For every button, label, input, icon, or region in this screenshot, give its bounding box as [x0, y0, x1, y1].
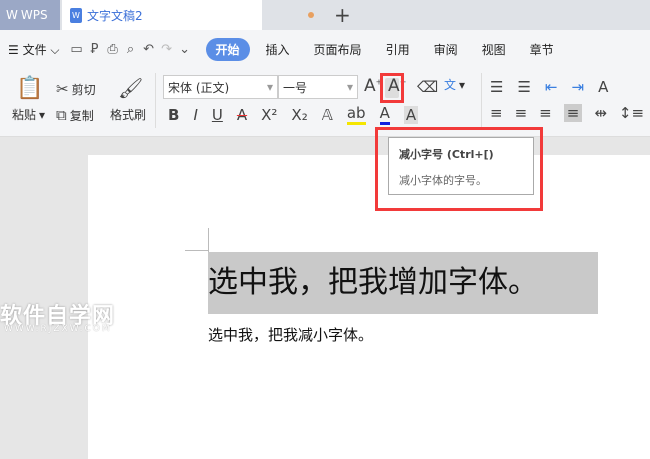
font-size-value: 一号: [283, 80, 308, 95]
menu-bar: ☰ 文件 ⌵ ▭ Ꝑ ⎙ ⌕ ↶ ↷ ⌄ 开始 插入 页面布局 引用 审阅 视图…: [0, 36, 562, 62]
distribute-icon[interactable]: ⇹: [594, 104, 607, 122]
document-tab[interactable]: W 文字文稿2: [62, 0, 262, 30]
paragraph-row-2: ≡ ≡ ≡ ≡ ⇹ ↕≡: [490, 104, 644, 122]
justify-icon[interactable]: ≡: [563, 104, 583, 122]
font-name-value: 宋体 (正文): [168, 80, 230, 95]
tooltip-description: 减小字体的字号。: [399, 174, 487, 187]
format-painter-label: 格式刷: [110, 108, 147, 122]
italic-icon[interactable]: I: [193, 106, 197, 124]
redo-icon[interactable]: ↷: [158, 42, 176, 57]
paste-icon[interactable]: 📋: [16, 76, 43, 101]
watermark-url: WWW.RJZXW.COM: [4, 324, 112, 334]
brush-icon[interactable]: 🖌: [118, 76, 143, 100]
wps-home-tab[interactable]: W WPS: [0, 0, 60, 30]
numbered-list-icon[interactable]: ☰: [517, 78, 530, 96]
paragraph[interactable]: 选中我，把我减小字体。: [208, 324, 373, 345]
tab-review[interactable]: 审阅: [426, 41, 466, 58]
character-shading-icon[interactable]: A: [403, 105, 419, 124]
align-left-icon[interactable]: ≡: [490, 104, 503, 122]
document-icon: W: [70, 7, 82, 23]
clear-format-icon[interactable]: ⌫: [417, 78, 438, 96]
wps-logo-icon: W: [6, 8, 18, 22]
paste-button[interactable]: 粘贴 ▾: [12, 106, 45, 123]
strikethrough-icon[interactable]: A: [237, 106, 247, 124]
bold-icon[interactable]: B: [168, 106, 179, 124]
line-spacing-icon[interactable]: ↕≡: [619, 104, 644, 122]
copy-icon: ⧉: [56, 106, 67, 124]
margin-mark: [208, 228, 209, 252]
highlight-color-icon[interactable]: ab: [346, 104, 366, 125]
cut-button[interactable]: ✂ 剪切: [56, 80, 96, 98]
font-style-row: B I U A X² X₂ 𝔸 ab A A: [168, 104, 419, 125]
copy-button[interactable]: ⧉ 复制: [56, 106, 94, 124]
customize-icon[interactable]: ⌄: [176, 42, 194, 57]
undo-icon[interactable]: ↶: [140, 42, 158, 57]
subscript-icon[interactable]: X₂: [291, 106, 307, 124]
paste-label: 粘贴: [12, 108, 37, 122]
increase-indent-icon[interactable]: ⇥: [571, 78, 584, 96]
align-center-icon[interactable]: ≡: [515, 104, 528, 122]
preview-icon[interactable]: ⌕: [122, 42, 140, 57]
new-tab-button[interactable]: +: [334, 3, 351, 27]
decrease-indent-icon[interactable]: ⇤: [545, 78, 558, 96]
tab-layout[interactable]: 页面布局: [306, 41, 370, 58]
margin-mark: [185, 250, 209, 251]
text-direction-icon[interactable]: A: [598, 78, 608, 96]
text-effect-icon[interactable]: 𝔸: [322, 106, 333, 124]
font-color-icon[interactable]: A: [379, 104, 390, 125]
tooltip: 减小字号 (Ctrl+[) 减小字体的字号。: [388, 137, 534, 195]
tab-insert[interactable]: 插入: [258, 41, 298, 58]
cut-label: 剪切: [71, 82, 96, 97]
wps-label: WPS: [20, 8, 48, 22]
export-icon[interactable]: Ꝑ: [86, 42, 104, 57]
font-size-select[interactable]: 一号 ▾: [278, 75, 358, 99]
tab-references[interactable]: 引用: [378, 41, 418, 58]
scissors-icon: ✂: [56, 80, 69, 98]
highlight-box: [380, 73, 404, 103]
file-menu[interactable]: ☰ 文件 ⌵: [0, 41, 68, 58]
paragraph-row-1: ☰ ☰ ⇤ ⇥ A: [490, 78, 608, 96]
tab-view[interactable]: 视图: [474, 41, 514, 58]
superscript-icon[interactable]: X²: [261, 106, 277, 124]
save-icon[interactable]: ▭: [68, 42, 86, 57]
file-label: 文件: [22, 42, 47, 57]
selected-paragraph[interactable]: 选中我，把我增加字体。: [208, 252, 598, 314]
underline-icon[interactable]: U: [212, 106, 223, 124]
bullet-list-icon[interactable]: ☰: [490, 78, 503, 96]
copy-label: 复制: [69, 108, 94, 123]
tab-chapter[interactable]: 章节: [522, 41, 562, 58]
tab-start[interactable]: 开始: [205, 37, 250, 61]
phonetic-guide-icon[interactable]: 文 ▾: [444, 76, 465, 93]
format-painter-button[interactable]: 格式刷: [110, 106, 146, 123]
font-name-select[interactable]: 宋体 (正文) ▾: [163, 75, 278, 99]
print-icon[interactable]: ⎙: [104, 42, 122, 57]
align-right-icon[interactable]: ≡: [539, 104, 552, 122]
document-tab-label: 文字文稿2: [87, 8, 143, 23]
tooltip-title: 减小字号 (Ctrl+[): [399, 148, 494, 161]
unsaved-dot-icon: [308, 12, 314, 18]
